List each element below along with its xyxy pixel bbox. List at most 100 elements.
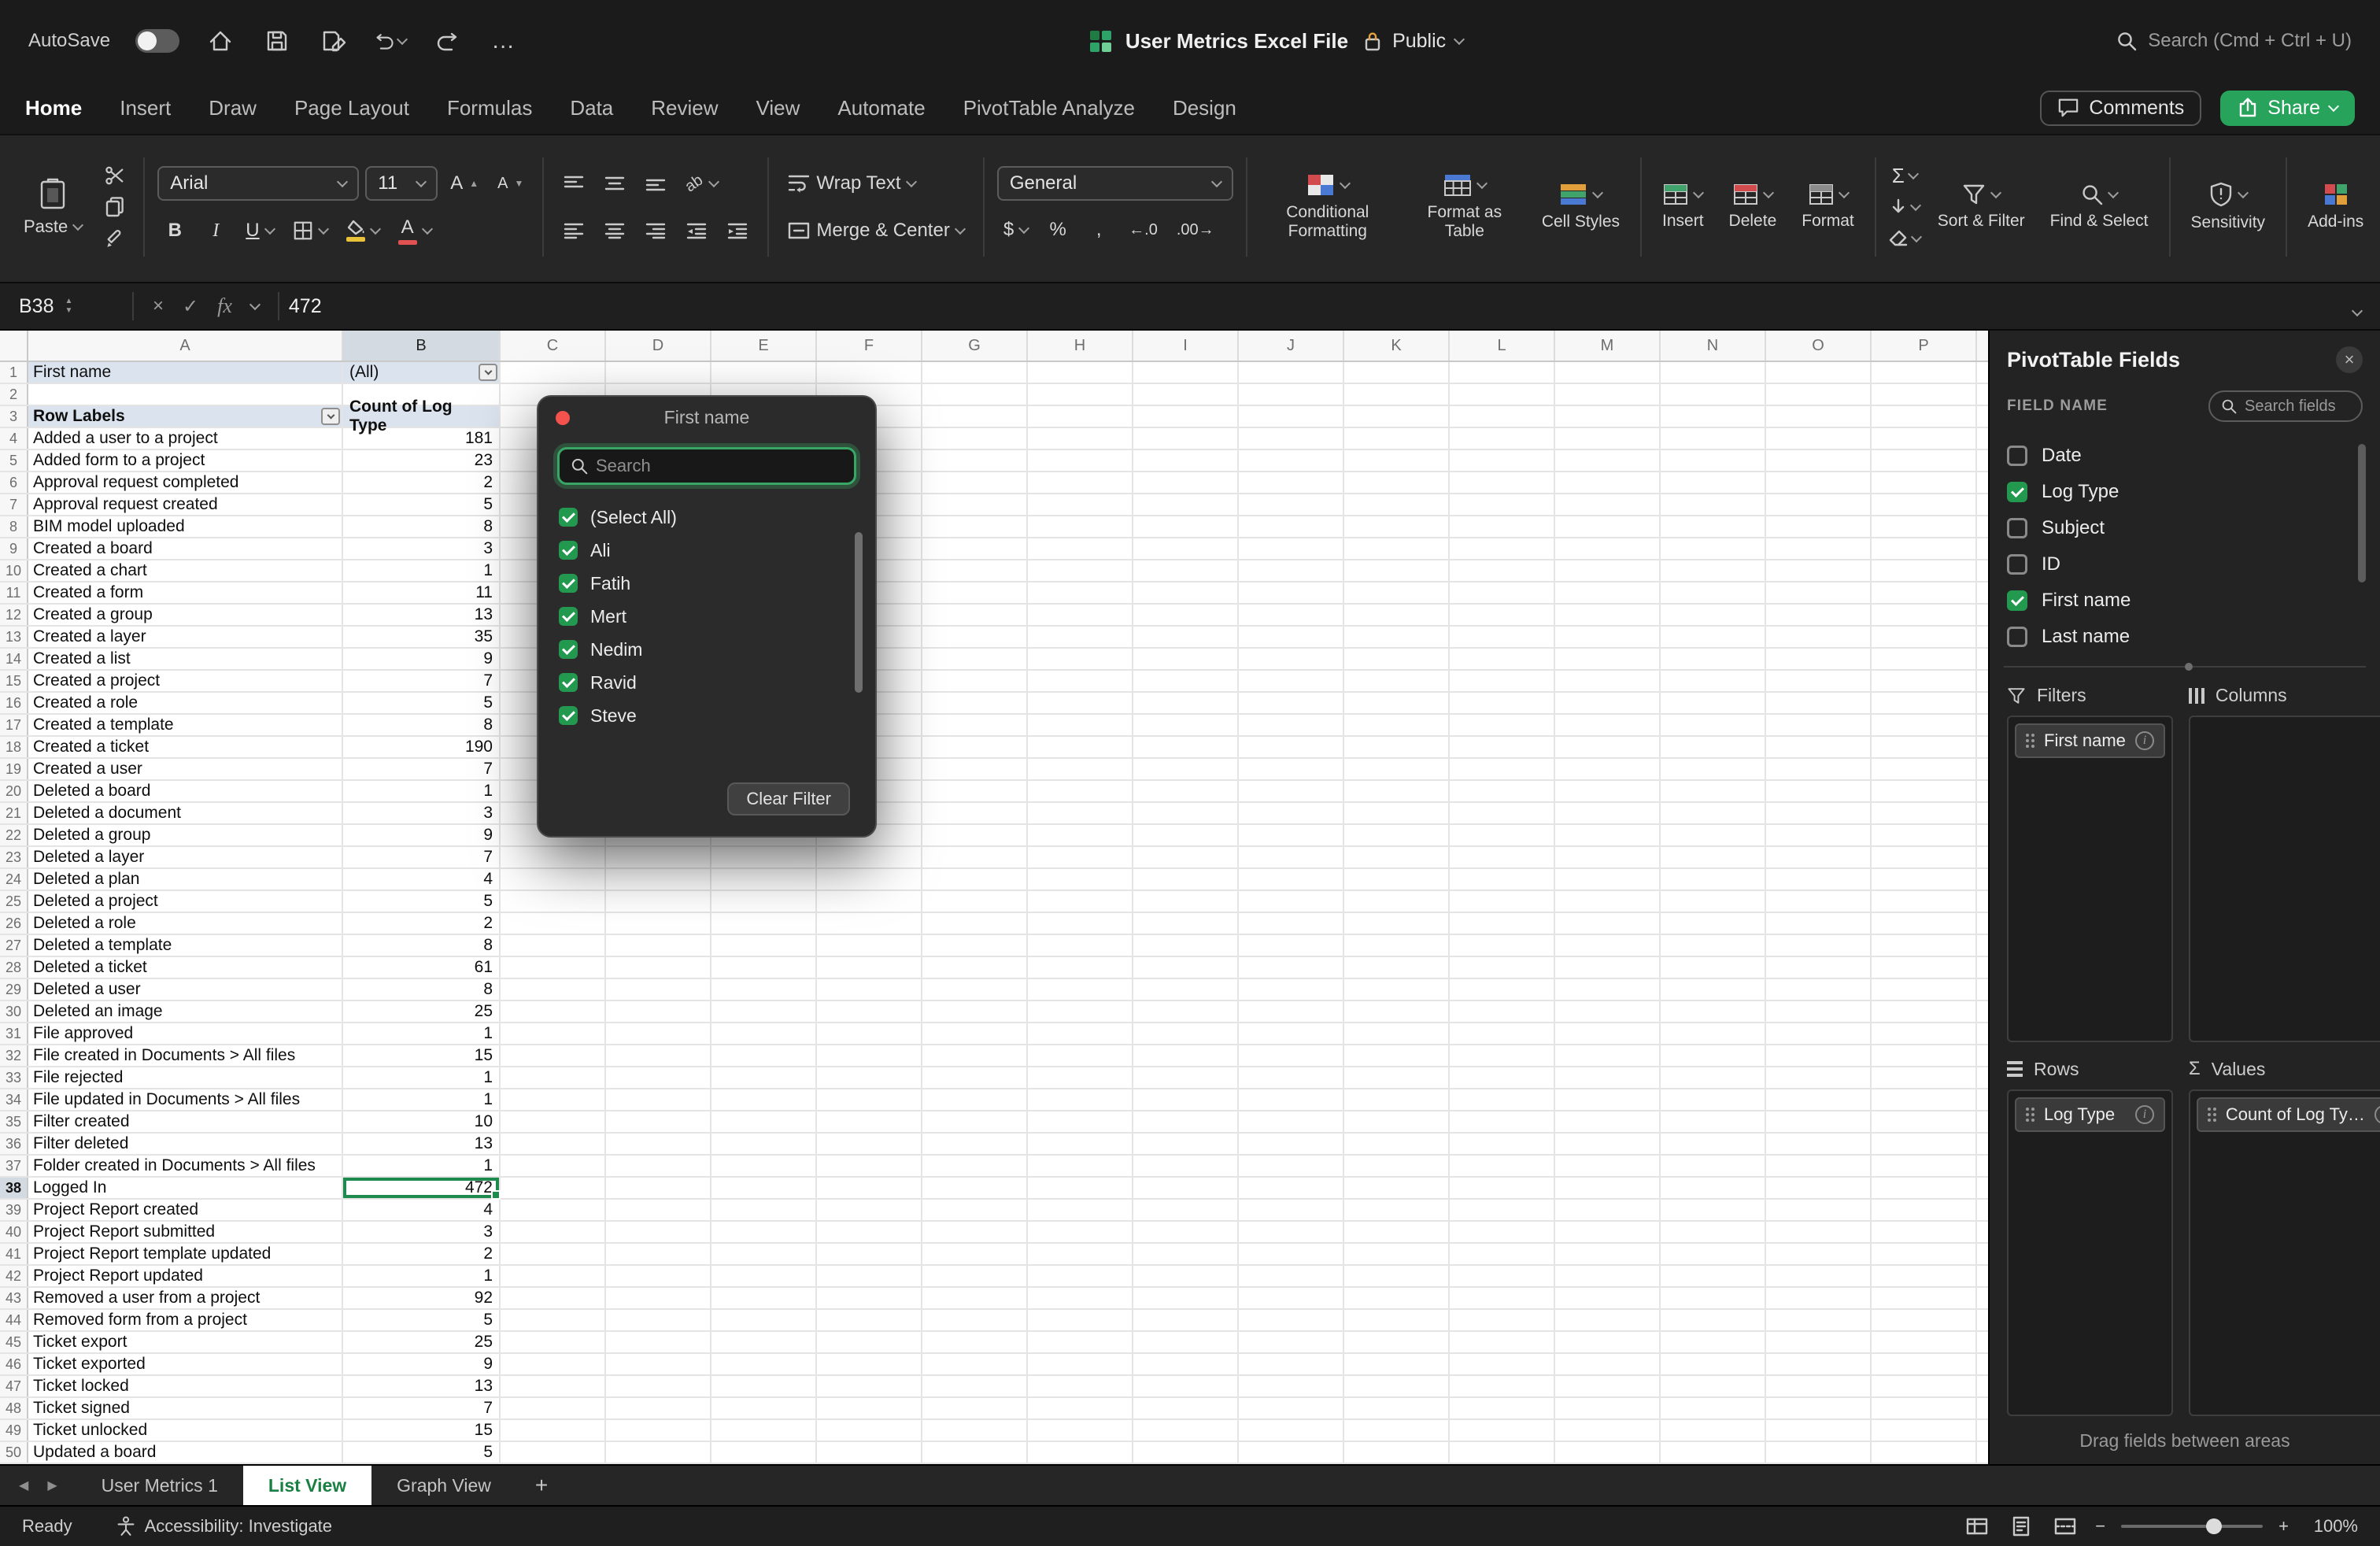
row-header-13[interactable]: 13	[0, 627, 28, 647]
cell-b11[interactable]: 11	[343, 583, 501, 603]
field-id[interactable]: ID	[2007, 546, 2363, 583]
share-button[interactable]: Share	[2220, 91, 2355, 126]
select-all-corner[interactable]	[0, 331, 28, 361]
row-header-48[interactable]: 48	[0, 1398, 28, 1418]
checkbox-first-name[interactable]	[2007, 590, 2027, 611]
row-header-22[interactable]: 22	[0, 825, 28, 845]
redo-button[interactable]	[431, 25, 463, 57]
column-header-i[interactable]: I	[1133, 331, 1239, 361]
page-break-view-button[interactable]	[2051, 1514, 2079, 1539]
cell-b22[interactable]: 9	[343, 825, 501, 845]
checkbox-log-type[interactable]	[2007, 482, 2027, 502]
increase-decimal-button[interactable]: ←.0	[1122, 212, 1164, 248]
row-header-44[interactable]: 44	[0, 1310, 28, 1330]
currency-format-button[interactable]: $	[997, 212, 1034, 248]
cell-a18[interactable]: Created a ticket	[28, 737, 343, 757]
row-header-21[interactable]: 21	[0, 803, 28, 823]
close-panel-button[interactable]: ×	[2336, 346, 2363, 373]
cell-b20[interactable]: 1	[343, 781, 501, 801]
row-header-6[interactable]: 6	[0, 472, 28, 493]
row-header-47[interactable]: 47	[0, 1376, 28, 1396]
cell-a16[interactable]: Created a role	[28, 693, 343, 713]
filter-item-steve[interactable]: Steve	[559, 699, 875, 732]
filter-search-input[interactable]: Search	[557, 447, 856, 485]
row-header-4[interactable]: 4	[0, 428, 28, 449]
align-center-button[interactable]	[597, 213, 632, 249]
fill-button[interactable]	[1889, 194, 1920, 220]
row-header-30[interactable]: 30	[0, 1001, 28, 1022]
sheet-tab-graph-view[interactable]: Graph View	[371, 1466, 516, 1505]
titlebar-search[interactable]: Search (Cmd + Ctrl + U)	[2116, 30, 2352, 52]
field-log-type[interactable]: Log Type	[2007, 474, 2363, 510]
add-sheet-button[interactable]: +	[516, 1473, 567, 1498]
column-header-c[interactable]: C	[501, 331, 606, 361]
column-header-o[interactable]: O	[1766, 331, 1872, 361]
cell-a30[interactable]: Deleted an image	[28, 1001, 343, 1022]
row-header-17[interactable]: 17	[0, 715, 28, 735]
delete-cells-button[interactable]: Delete	[1721, 180, 1785, 234]
cell-a28[interactable]: Deleted a ticket	[28, 957, 343, 978]
cell-a42[interactable]: Project Report updated	[28, 1266, 343, 1286]
save-as-button[interactable]	[318, 25, 349, 57]
row-header-10[interactable]: 10	[0, 560, 28, 581]
cell-a23[interactable]: Deleted a layer	[28, 847, 343, 867]
cell-b41[interactable]: 2	[343, 1244, 501, 1264]
format-as-table-button[interactable]: Format as Table	[1405, 170, 1524, 244]
column-header-k[interactable]: K	[1344, 331, 1450, 361]
orientation-button[interactable]: ab	[679, 165, 723, 202]
cell-a50[interactable]: Updated a board	[28, 1442, 343, 1463]
column-header-e[interactable]: E	[711, 331, 817, 361]
info-icon[interactable]: i	[2135, 1105, 2154, 1124]
formula-input[interactable]: 472	[279, 295, 322, 318]
cell-a35[interactable]: Filter created	[28, 1111, 343, 1132]
row-header-34[interactable]: 34	[0, 1089, 28, 1110]
cell-b49[interactable]: 15	[343, 1420, 501, 1441]
cell-a44[interactable]: Removed form from a project	[28, 1310, 343, 1330]
normal-view-button[interactable]	[1963, 1514, 1991, 1539]
font-size-select[interactable]: 11	[365, 166, 438, 201]
cell-b43[interactable]: 92	[343, 1288, 501, 1308]
name-box-stepper[interactable]: ▲▼	[65, 298, 72, 315]
row-header-12[interactable]: 12	[0, 605, 28, 625]
undo-button[interactable]	[375, 25, 406, 57]
cell-a12[interactable]: Created a group	[28, 605, 343, 625]
cell-b24[interactable]: 4	[343, 869, 501, 890]
cell-a22[interactable]: Deleted a group	[28, 825, 343, 845]
pill-first-name[interactable]: First namei	[2015, 723, 2165, 758]
tab-pivottable-analyze[interactable]: PivotTable Analyze	[963, 96, 1135, 120]
info-icon[interactable]: i	[2135, 731, 2154, 750]
tab-draw[interactable]: Draw	[209, 96, 257, 120]
decrease-decimal-button[interactable]: .00→	[1170, 212, 1221, 248]
row-header-41[interactable]: 41	[0, 1244, 28, 1264]
cell-b47[interactable]: 13	[343, 1376, 501, 1396]
cell-b25[interactable]: 5	[343, 891, 501, 912]
panel-resize-divider[interactable]	[2004, 666, 2366, 668]
font-color-button[interactable]: A	[392, 213, 438, 249]
checkbox-last-name[interactable]	[2007, 627, 2027, 647]
sensitivity-public-button[interactable]: Public	[1362, 30, 1463, 53]
cell-a40[interactable]: Project Report submitted	[28, 1222, 343, 1242]
insert-function-button[interactable]: fx	[217, 294, 232, 318]
row-header-7[interactable]: 7	[0, 494, 28, 515]
cell-a39[interactable]: Project Report created	[28, 1200, 343, 1220]
checkbox-subject[interactable]	[2007, 518, 2027, 538]
italic-button[interactable]: I	[198, 213, 233, 249]
row-header-20[interactable]: 20	[0, 781, 28, 801]
row-header-23[interactable]: 23	[0, 847, 28, 867]
paste-button[interactable]: Paste	[16, 174, 90, 239]
checkbox-fatih[interactable]	[559, 574, 578, 593]
row-header-39[interactable]: 39	[0, 1200, 28, 1220]
cell-b19[interactable]: 7	[343, 759, 501, 779]
fill-color-button[interactable]	[340, 213, 386, 249]
row-header-45[interactable]: 45	[0, 1332, 28, 1352]
row-header-26[interactable]: 26	[0, 913, 28, 934]
row-header-33[interactable]: 33	[0, 1067, 28, 1088]
increase-font-size-button[interactable]: A▲	[444, 165, 485, 202]
sensitivity-button[interactable]: Sensitivity	[2183, 179, 2274, 235]
cell-a4[interactable]: Added a user to a project	[28, 428, 343, 449]
cell-a31[interactable]: File approved	[28, 1023, 343, 1044]
cell-a41[interactable]: Project Report template updated	[28, 1244, 343, 1264]
cell-a9[interactable]: Created a board	[28, 538, 343, 559]
tab-automate[interactable]: Automate	[837, 96, 925, 120]
cell-a48[interactable]: Ticket signed	[28, 1398, 343, 1418]
